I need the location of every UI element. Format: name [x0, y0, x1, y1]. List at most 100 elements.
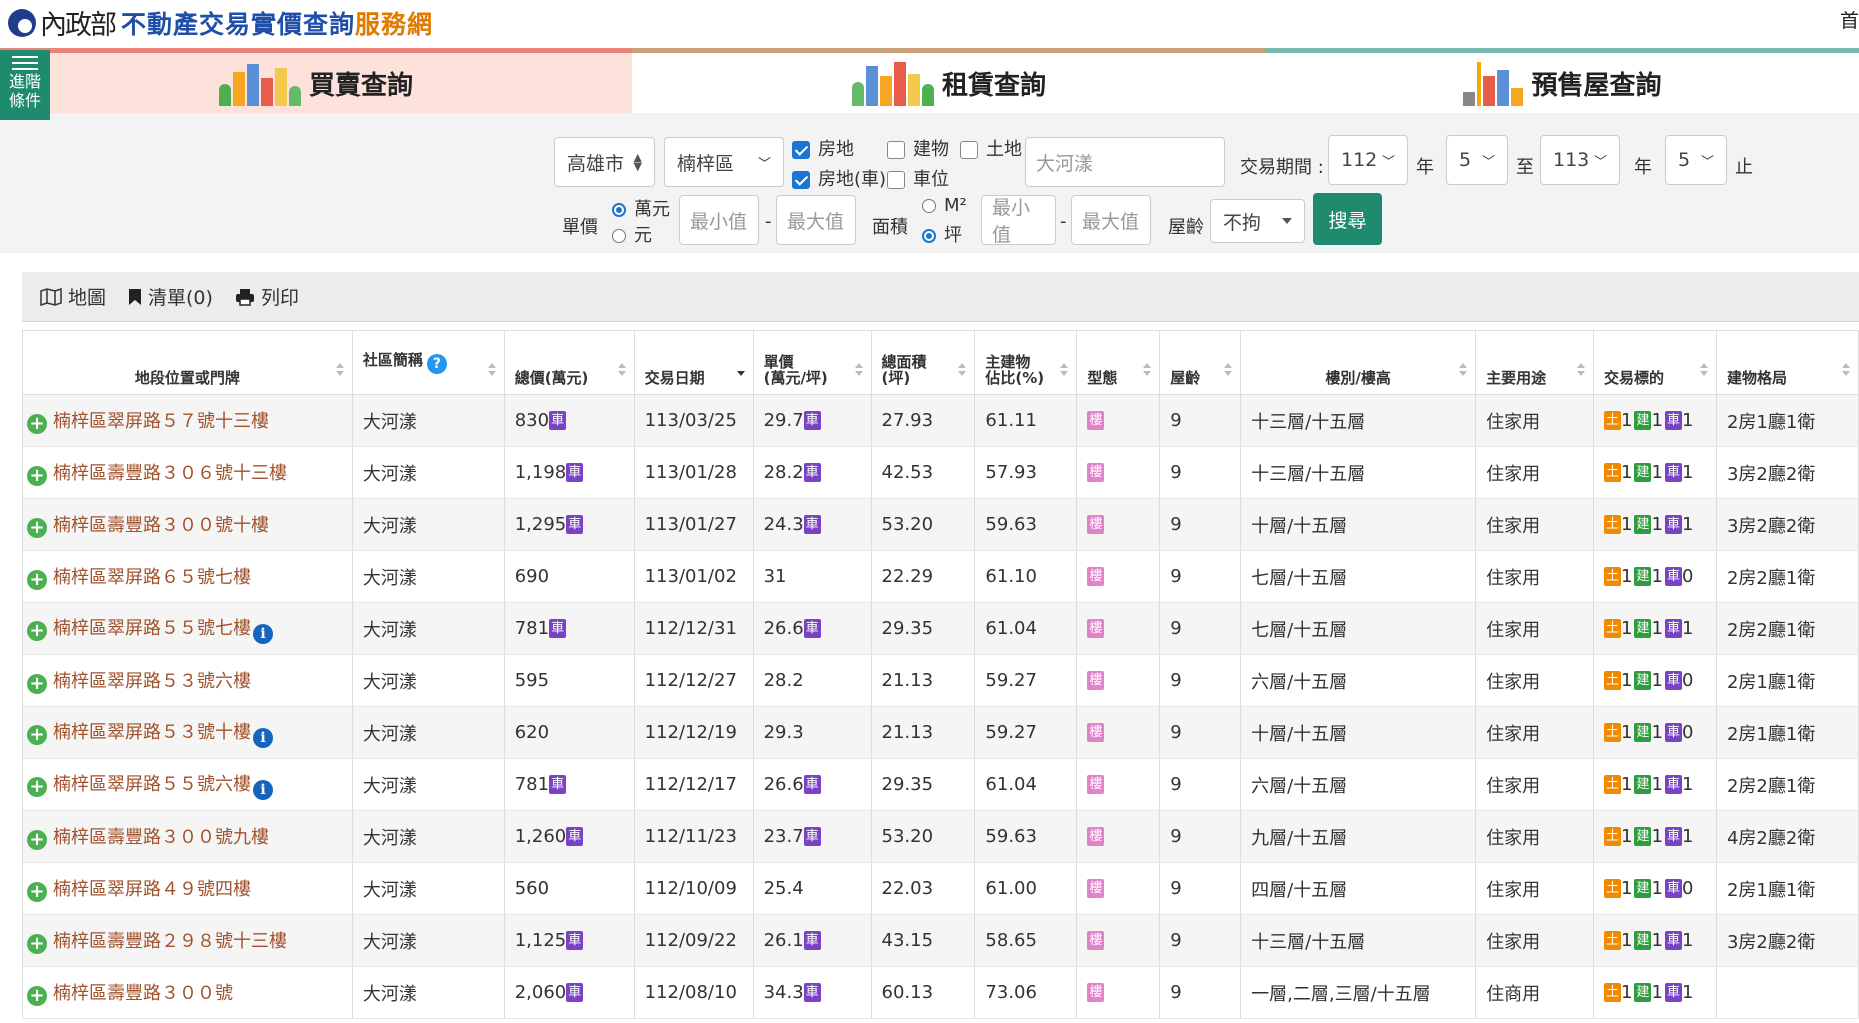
info-icon[interactable]: i	[253, 779, 273, 800]
col-header-main-ratio[interactable]: 主建物 佔比(%)	[974, 330, 1078, 395]
tab-presale[interactable]: 預售屋查詢	[1266, 48, 1859, 113]
community-keyword-input[interactable]: 大河漾	[1025, 137, 1225, 187]
radio-area-m2[interactable]: M²	[922, 195, 967, 216]
cell-floor: 十層/十五層	[1240, 706, 1477, 759]
address-link[interactable]: 楠梓區壽豐路３００號九樓	[53, 827, 269, 848]
city-select[interactable]: 高雄市 ▲ ▼	[554, 137, 655, 187]
cell-address[interactable]: + 楠梓區壽豐路３００號	[22, 966, 353, 1019]
address-link[interactable]: 楠梓區壽豐路３０６號十三樓	[53, 463, 287, 484]
expand-plus-icon[interactable]: +	[27, 882, 47, 902]
table-row[interactable]: + 楠梓區翠屏路５７號十三樓 大河漾 830 車 113/03/25 29.7 車 27.93 6…	[22, 394, 1859, 447]
site-logo[interactable]: 內政部 不動產交易實價查詢 服務網	[8, 3, 433, 42]
address-link[interactable]: 楠梓區壽豐路２９８號十三樓	[53, 931, 287, 952]
advanced-filter-button[interactable]: 進階 條件	[0, 50, 50, 120]
area-max-input[interactable]: 最大值	[1071, 195, 1151, 245]
checkbox-house-land[interactable]: 房地	[792, 135, 854, 161]
checkbox-land[interactable]: 土地	[960, 135, 1022, 161]
expand-plus-icon[interactable]: +	[27, 776, 47, 797]
address-link[interactable]: 楠梓區翠屏路６５號七樓	[53, 567, 251, 588]
radio-area-ping[interactable]: 坪	[922, 221, 962, 247]
checkbox-parking[interactable]: 車位	[887, 165, 949, 191]
expand-plus-icon[interactable]: +	[27, 518, 47, 538]
expand-plus-icon[interactable]: +	[27, 620, 47, 641]
table-row[interactable]: + 楠梓區翠屏路５３號六樓 大河漾 595 112/12/27 28.2 21.13 59.2…	[22, 654, 1859, 707]
cell-address[interactable]: + 楠梓區壽豐路２９８號十三樓	[22, 914, 353, 967]
district-select[interactable]: 楠梓區 ﹀	[664, 137, 784, 187]
address-link[interactable]: 楠梓區翠屏路５５號六樓	[53, 774, 251, 795]
cell-address[interactable]: + 楠梓區翠屏路５５號七樓 i	[22, 602, 353, 655]
address-link[interactable]: 楠梓區翠屏路５３號六樓	[53, 671, 251, 692]
col-header-target[interactable]: 交易標的	[1593, 330, 1717, 395]
table-row[interactable]: + 楠梓區壽豐路３０６號十三樓 大河漾 1,198 車 113/01/28 28.2 車 42.…	[22, 446, 1859, 499]
print-button[interactable]: 列印	[235, 283, 299, 310]
tab-rent[interactable]: 租賃查詢	[632, 48, 1266, 113]
col-header-address[interactable]: 地段位置或門牌	[22, 330, 353, 395]
unit-price-max-input[interactable]: 最大值	[776, 195, 856, 245]
expand-plus-icon[interactable]: +	[27, 570, 47, 590]
col-header-community[interactable]: 社區簡稱?	[351, 330, 505, 395]
expand-plus-icon[interactable]: +	[27, 934, 47, 954]
col-header-type[interactable]: 型態	[1076, 330, 1161, 395]
help-icon[interactable]: ?	[426, 353, 447, 374]
col-header-total-price[interactable]: 總價(萬元)	[503, 330, 635, 395]
cell-main-ratio: 57.93	[974, 446, 1078, 499]
tab-sale[interactable]: 買賣查詢	[0, 48, 632, 113]
cell-address[interactable]: + 楠梓區翠屏路４９號四樓	[22, 862, 353, 915]
expand-plus-icon[interactable]: +	[27, 830, 47, 850]
table-row[interactable]: + 楠梓區翠屏路５３號十樓 i 大河漾 620 112/12/19 29.3 21.13 59.…	[22, 706, 1859, 759]
radio-unit-yuan[interactable]: 元	[612, 221, 652, 247]
radio-unit-wan[interactable]: 萬元	[612, 195, 670, 221]
table-row[interactable]: + 楠梓區翠屏路６５號七樓 大河漾 690 113/01/02 31 22.29 61.10 樓…	[22, 550, 1859, 603]
col-header-unit-price[interactable]: 單價 (萬元/坪)	[752, 330, 872, 395]
expand-plus-icon[interactable]: +	[27, 466, 47, 486]
end-year-select[interactable]: 113 ﹀	[1540, 135, 1620, 185]
area-min-input[interactable]: 最小值	[981, 195, 1056, 246]
start-month-select[interactable]: 5 ﹀	[1446, 135, 1508, 185]
start-year-select[interactable]: 112 ﹀	[1328, 135, 1408, 185]
expand-plus-icon[interactable]: +	[27, 724, 47, 745]
cell-address[interactable]: + 楠梓區翠屏路５３號六樓	[22, 654, 353, 707]
address-link[interactable]: 楠梓區翠屏路４９號四樓	[53, 879, 251, 900]
cell-address[interactable]: + 楠梓區壽豐路３０６號十三樓	[22, 446, 353, 499]
checkbox-house-land-car[interactable]: 房地(車)	[792, 165, 886, 191]
address-link[interactable]: 楠梓區壽豐路３００號十樓	[53, 515, 269, 536]
info-icon[interactable]: i	[253, 623, 273, 644]
expand-plus-icon[interactable]: +	[27, 986, 47, 1006]
cell-address[interactable]: + 楠梓區翠屏路５５號六樓 i	[22, 758, 353, 811]
address-link[interactable]: 楠梓區翠屏路５５號七樓	[53, 618, 251, 639]
search-button[interactable]: 搜尋	[1313, 193, 1382, 245]
col-header-layout[interactable]: 建物格局	[1715, 330, 1859, 395]
cell-floor: 十三層/十五層	[1240, 394, 1477, 447]
address-link[interactable]: 楠梓區翠屏路５７號十三樓	[53, 411, 269, 432]
info-icon[interactable]: i	[253, 727, 273, 748]
cell-address[interactable]: + 楠梓區翠屏路５７號十三樓	[22, 394, 353, 447]
table-row[interactable]: + 楠梓區翠屏路４９號四樓 大河漾 560 112/10/09 25.4 22.03 61.0…	[22, 862, 1859, 915]
list-button[interactable]: 清單(0)	[128, 283, 213, 310]
cell-address[interactable]: + 楠梓區翠屏路６５號七樓	[22, 550, 353, 603]
table-row[interactable]: + 楠梓區翠屏路５５號七樓 i 大河漾 781 車 112/12/31 26.6 車 29.35 6…	[22, 602, 1859, 655]
land-badge: 土	[1604, 411, 1622, 430]
col-header-area[interactable]: 總面積 (坪)	[870, 330, 976, 395]
table-row[interactable]: + 楠梓區壽豐路３００號十樓 大河漾 1,295 車 113/01/27 24.3 車 53.2…	[22, 498, 1859, 551]
checkbox-building[interactable]: 建物	[887, 135, 949, 161]
expand-plus-icon[interactable]: +	[27, 674, 47, 694]
col-header-use[interactable]: 主要用途	[1475, 330, 1594, 395]
map-button[interactable]: 地圖	[40, 283, 106, 310]
expand-plus-icon[interactable]: +	[27, 414, 47, 434]
col-header-date[interactable]: 交易日期	[633, 330, 754, 395]
table-row[interactable]: + 楠梓區壽豐路２９８號十三樓 大河漾 1,125 車 112/09/22 26.1 車 43.…	[22, 914, 1859, 967]
cell-address[interactable]: + 楠梓區壽豐路３００號十樓	[22, 498, 353, 551]
col-header-age[interactable]: 屋齡	[1159, 330, 1242, 395]
address-link[interactable]: 楠梓區翠屏路５３號十樓	[53, 722, 251, 743]
home-link[interactable]: 首	[1840, 6, 1859, 33]
cell-address[interactable]: + 楠梓區壽豐路３００號九樓	[22, 810, 353, 863]
table-row[interactable]: + 楠梓區翠屏路５５號六樓 i 大河漾 781 車 112/12/17 26.6 車 29.35 6…	[22, 758, 1859, 811]
table-row[interactable]: + 楠梓區壽豐路３００號 大河漾 2,060 車 112/08/10 34.3 車 60.13 7…	[22, 966, 1859, 1019]
end-month-select[interactable]: 5 ﹀	[1665, 135, 1727, 185]
address-link[interactable]: 楠梓區壽豐路３００號	[53, 983, 233, 1004]
table-row[interactable]: + 楠梓區壽豐路３００號九樓 大河漾 1,260 車 112/11/23 23.7 車 53.2…	[22, 810, 1859, 863]
cell-address[interactable]: + 楠梓區翠屏路５３號十樓 i	[22, 706, 353, 759]
age-select[interactable]: 不拘	[1210, 199, 1305, 243]
unit-price-min-input[interactable]: 最小值	[679, 195, 759, 245]
col-header-floor[interactable]: 樓別/樓高	[1240, 330, 1477, 395]
